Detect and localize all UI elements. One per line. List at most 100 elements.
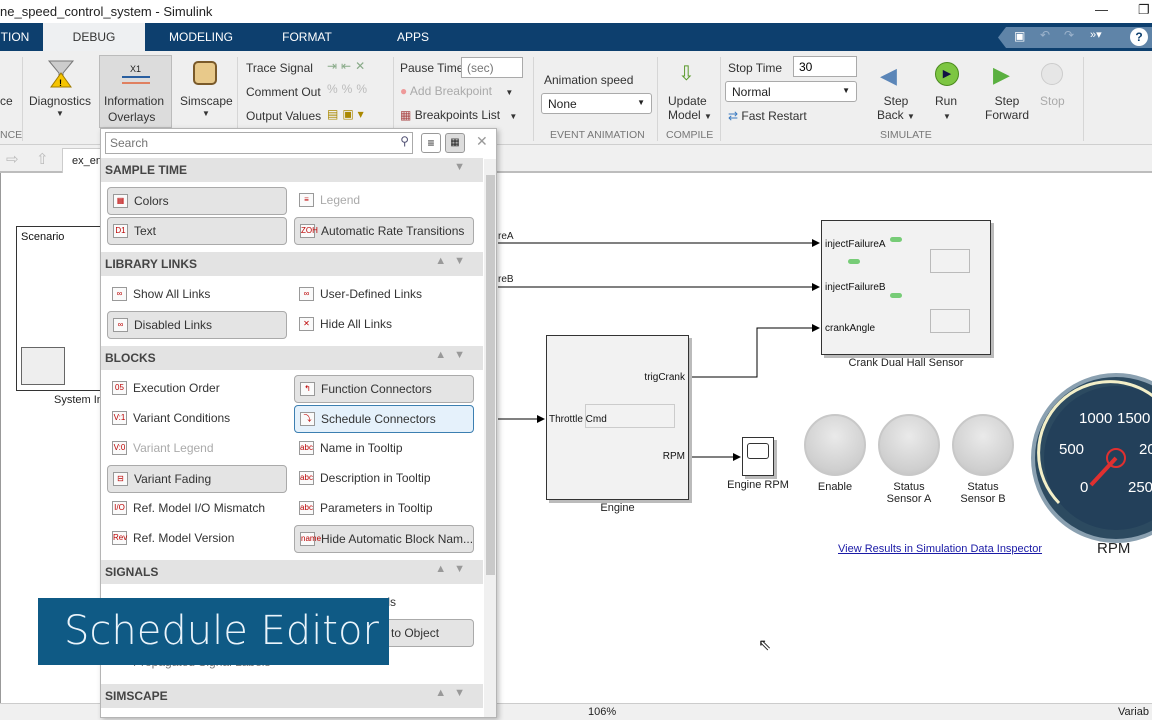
trace-signal-label[interactable]: Trace Signal xyxy=(246,61,313,75)
minimize-button[interactable]: — xyxy=(1095,2,1108,17)
mouse-cursor: ⇖ xyxy=(758,637,772,654)
scenario-block[interactable]: Scenario xyxy=(16,226,106,391)
overlay-hide-automatic-block-names[interactable]: name Hide Automatic Block Nam... xyxy=(294,525,474,553)
section-signals[interactable]: SIGNALS ▲▼ xyxy=(101,560,483,584)
search-input[interactable] xyxy=(106,133,386,153)
scrollbar[interactable] xyxy=(484,159,496,717)
overlay-variant-legend[interactable]: V:0 Variant Legend xyxy=(107,435,287,463)
overlay-user-defined-links[interactable]: ∞ User-Defined Links xyxy=(294,281,474,309)
step-back-button[interactable]: Step Back ▼ xyxy=(877,94,915,122)
overlay-disabled-links[interactable]: ∞ Disabled Links xyxy=(107,311,287,339)
overlay-name-in-tooltip[interactable]: abc Name in Tooltip xyxy=(294,435,474,463)
overlay-description-in-tooltip[interactable]: abc Description in Tooltip xyxy=(294,465,474,493)
enable-lamp[interactable] xyxy=(804,414,866,476)
overlay-legend[interactable]: ≡ Legend xyxy=(294,187,474,215)
section-simscape[interactable]: SIMSCAPE ▲▼ xyxy=(101,684,483,708)
block-name: System In xyxy=(54,394,103,406)
overlay-variant-fading[interactable]: ⊟ Variant Fading xyxy=(107,465,287,493)
simulation-mode-dropdown[interactable]: Normal xyxy=(725,81,857,102)
section-blocks[interactable]: BLOCKS ▲▼ xyxy=(101,346,483,370)
run-icon: ▶ xyxy=(935,62,959,86)
overlay-show-all-links[interactable]: ∞ Show All Links xyxy=(107,281,287,309)
block-name: Crank Dual Hall Sensor xyxy=(848,357,964,369)
step-forward-icon: ▶ xyxy=(993,62,1010,87)
redo-icon[interactable]: ↷ xyxy=(1064,28,1074,42)
simscape-button[interactable]: Simscape xyxy=(180,94,233,108)
status-sensor-a-lamp[interactable] xyxy=(878,414,940,476)
sdi-link[interactable]: View Results in Simulation Data Inspecto… xyxy=(838,543,1042,555)
tab-modeling[interactable]: MODELING xyxy=(160,23,242,51)
gauge-tick: 20 xyxy=(1139,441,1152,458)
partial-button[interactable]: ce xyxy=(0,94,13,108)
overlay-hide-all-links[interactable]: ✕ Hide All Links xyxy=(294,311,474,339)
breakpoints-list-button[interactable]: ▦ Breakpoints List ▼ xyxy=(400,108,517,122)
label: Information xyxy=(104,94,165,108)
search-icon[interactable]: ⚲ xyxy=(400,134,409,148)
add-breakpoint-button[interactable]: ● Add Breakpoint ▼ xyxy=(400,84,513,98)
comment-icons[interactable]: %%% xyxy=(327,82,371,96)
overlay-ref-model-version[interactable]: Rev Ref. Model Version xyxy=(107,525,287,553)
up-icon[interactable]: ⇧ xyxy=(36,150,49,168)
animation-speed-dropdown[interactable]: None xyxy=(541,93,652,114)
quick-access-toolbar: ▣ ↶ ↷ »▾ ? xyxy=(998,27,1152,48)
stop-icon xyxy=(1041,63,1063,85)
overlay-variant-conditions[interactable]: V:1 Variant Conditions xyxy=(107,405,287,433)
gauge-tick: 250 xyxy=(1128,479,1152,496)
trace-icons[interactable]: ⇥⇤✕ xyxy=(327,59,369,73)
schedule-editor-banner: Schedule Editor xyxy=(38,598,389,665)
engine-block[interactable]: Throttle Cmd trigCrank RPM xyxy=(546,335,689,500)
restore-button[interactable]: ❐ xyxy=(1138,2,1150,18)
undo-icon[interactable]: ↶ xyxy=(1040,28,1050,42)
more-icon[interactable]: »▾ xyxy=(1090,28,1102,41)
update-model-button[interactable]: Update Model ▼ xyxy=(668,94,712,122)
diagnostics-icon: ! xyxy=(47,59,75,89)
crank-dual-hall-sensor-block[interactable]: injectFailureA injectFailureB crankAngle xyxy=(821,220,991,355)
fast-restart-button[interactable]: ⇄ Fast Restart xyxy=(728,109,807,123)
port-label: trigCrank xyxy=(644,372,685,383)
stop-time-input[interactable] xyxy=(793,56,857,77)
tab-simulation[interactable]: TION xyxy=(0,23,30,51)
tab-apps[interactable]: APPS xyxy=(390,23,436,51)
comment-out-label[interactable]: Comment Out xyxy=(246,85,321,99)
overlay-search[interactable]: ⚲ xyxy=(105,132,413,154)
overlay-colors[interactable]: ▦ Colors xyxy=(107,187,287,215)
overlay-execution-order[interactable]: 05 Execution Order xyxy=(107,375,287,403)
port-label: injectFailureB xyxy=(825,282,886,293)
ribbon-tabs: TION DEBUG MODELING FORMAT APPS ▣ ↶ ↷ »▾… xyxy=(0,23,1152,51)
overlay-text[interactable]: D1 Text xyxy=(107,217,287,245)
overlay-function-connectors[interactable]: ↰ Function Connectors xyxy=(294,375,474,403)
window-title: ne_speed_control_system - Simulink xyxy=(0,4,213,19)
gauge-tick: 1000 xyxy=(1079,410,1113,427)
overlay-automatic-rate-transitions[interactable]: ZOH Automatic Rate Transitions xyxy=(294,217,474,245)
list-view-button[interactable]: ≡ xyxy=(421,133,441,153)
save-icon[interactable]: ▣ xyxy=(1014,29,1025,43)
diagnostics-button[interactable]: Diagnostics xyxy=(29,94,91,108)
information-overlays-button[interactable]: X1 Information Overlays xyxy=(99,55,172,128)
overlay-ref-model-io-mismatch[interactable]: I/O Ref. Model I/O Mismatch xyxy=(107,495,287,523)
help-icon[interactable]: ? xyxy=(1130,28,1148,46)
close-icon[interactable]: ✕ xyxy=(476,133,488,150)
stop-button[interactable]: Stop xyxy=(1040,94,1065,108)
forward-icon[interactable]: ⇨ xyxy=(6,150,19,168)
gauge-tick: 0 xyxy=(1080,479,1089,496)
tab-debug[interactable]: DEBUG xyxy=(43,23,145,51)
step-forward-button[interactable]: Step Forward xyxy=(985,94,1029,122)
label: Overlays xyxy=(108,110,156,124)
run-button[interactable]: Run ▼ xyxy=(935,94,957,122)
block-name: Engine RPM xyxy=(727,479,789,491)
overlay-schedule-connectors[interactable]: ⤵ Schedule Connectors xyxy=(294,405,474,433)
section-library-links[interactable]: LIBRARY LINKS ▲▼ xyxy=(101,252,483,276)
gauge-label: RPM xyxy=(1097,540,1131,557)
pause-time-input[interactable] xyxy=(461,57,523,78)
port-label: injectFailureA xyxy=(825,239,886,250)
scenario-label: Scenario xyxy=(21,231,65,243)
tab-format[interactable]: FORMAT xyxy=(272,23,342,51)
section-sample-time[interactable]: SAMPLE TIME ▼ xyxy=(101,158,483,182)
rpm-gauge[interactable] xyxy=(1031,373,1152,543)
output-values-label[interactable]: Output Values xyxy=(246,109,321,123)
scope-block[interactable] xyxy=(742,437,774,476)
status-sensor-b-lamp[interactable] xyxy=(952,414,1014,476)
overlay-parameters-in-tooltip[interactable]: abc Parameters in Tooltip xyxy=(294,495,474,523)
grid-view-button[interactable]: ▦ xyxy=(445,133,465,153)
output-icons[interactable]: ▤▣▾ xyxy=(327,107,368,121)
